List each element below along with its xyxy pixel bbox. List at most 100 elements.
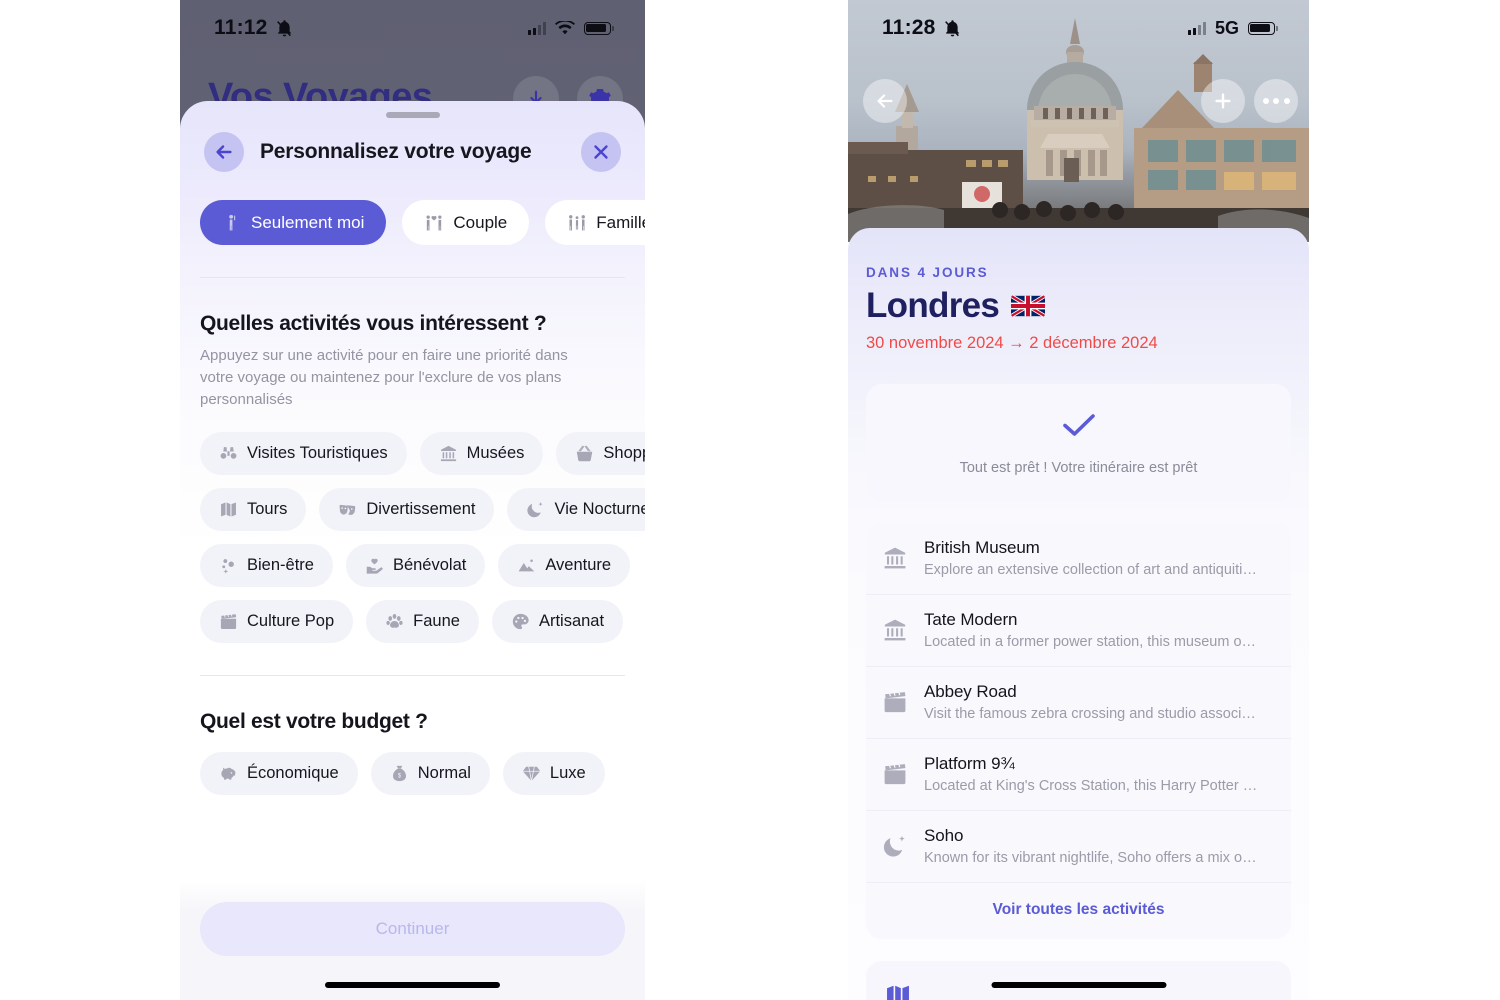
activity-chip-wellness[interactable]: Bien-être xyxy=(200,544,333,588)
network-label: 5G xyxy=(1214,17,1239,38)
clock-label: 11:28 xyxy=(882,16,936,39)
chip-label: Shopping xyxy=(603,444,645,463)
continue-button[interactable]: Continuer xyxy=(200,902,625,956)
activity-chip-crafts[interactable]: Artisanat xyxy=(491,600,624,644)
activity-name: Soho xyxy=(924,826,964,845)
museum-icon xyxy=(440,446,456,462)
close-button[interactable] xyxy=(581,132,621,172)
chip-label: Artisanat xyxy=(538,612,605,631)
paw-icon xyxy=(386,614,403,629)
clapperboard-icon xyxy=(884,691,906,713)
activity-text: Tate Modern Located in a former power st… xyxy=(924,610,1273,650)
mountain-icon xyxy=(518,559,535,572)
page-title: Londres xyxy=(866,286,1000,325)
battery-icon xyxy=(1248,21,1278,35)
activity-name: Platform 9¾ xyxy=(924,754,1015,773)
activity-name: British Museum xyxy=(924,538,1040,557)
cellular-bars-icon xyxy=(1187,21,1206,35)
hand-heart-icon xyxy=(366,559,383,574)
trip-detail-body: DANS 4 JOURS Londres 30 novembre 2024 → … xyxy=(848,228,1309,1000)
check-icon xyxy=(1062,414,1095,436)
sparkles-icon xyxy=(222,559,234,574)
activity-chip-nightlife[interactable]: Vie Nocturne xyxy=(507,488,645,532)
moon-icon xyxy=(883,835,905,857)
chip-label: Normal xyxy=(417,764,471,783)
activity-text: Abbey Road Visit the famous zebra crossi… xyxy=(924,682,1273,722)
masks-icon xyxy=(339,505,356,516)
bell-slash-icon xyxy=(944,19,959,36)
left-phone-screen: Vos Voyages 11:12 Personnalisez votre vo… xyxy=(180,0,645,1000)
map-icon xyxy=(221,502,236,517)
map-card[interactable] xyxy=(866,961,1291,1000)
wifi-icon xyxy=(555,20,575,34)
countdown-eyebrow: DANS 4 JOURS xyxy=(866,265,989,280)
chip-label: Luxe xyxy=(549,764,586,783)
activity-chip-museums[interactable]: Musées xyxy=(419,432,544,476)
budget-chip-list: Économique $ Normal Luxe xyxy=(180,734,645,796)
traveler-option-family[interactable]: Famille xyxy=(545,200,645,245)
traveler-type-selector: Seulement moi Couple Famille xyxy=(180,172,645,245)
more-horizontal-icon xyxy=(1262,98,1290,104)
activity-chip-sightseeing[interactable]: Visites Touristiques xyxy=(200,432,407,476)
hero-back-button[interactable] xyxy=(863,79,907,123)
chip-label: Vie Nocturne xyxy=(554,500,645,519)
see-all-activities-link[interactable]: Voir toutes les activités xyxy=(866,883,1291,939)
traveler-option-solo[interactable]: Seulement moi xyxy=(200,200,387,245)
trip-dates: 30 novembre 2024 → 2 décembre 2024 xyxy=(866,334,1158,352)
chip-label: Aventure xyxy=(545,556,612,575)
clock-label: 11:12 xyxy=(214,16,268,39)
museum-icon xyxy=(884,619,906,641)
chip-label: Bénévolat xyxy=(392,556,467,575)
traveler-option-couple[interactable]: Couple xyxy=(402,200,530,245)
sheet-header: Personnalisez votre voyage xyxy=(180,118,645,172)
activities-card: British Museum Explore an extensive coll… xyxy=(866,523,1291,939)
basket-icon xyxy=(577,445,593,462)
clapperboard-icon xyxy=(220,613,237,630)
hero-more-button[interactable] xyxy=(1254,79,1298,123)
activity-text: British Museum Explore an extensive coll… xyxy=(924,538,1273,578)
activity-name: Tate Modern xyxy=(924,610,1018,629)
activity-row-soho[interactable]: Soho Known for its vibrant nightlife, So… xyxy=(866,811,1291,883)
activity-chip-tours[interactable]: Tours xyxy=(200,488,307,532)
activity-description: Known for its vibrant nightlife, Soho of… xyxy=(924,850,1257,866)
couple-icon xyxy=(426,215,442,230)
chip-label: Culture Pop xyxy=(247,612,335,631)
city-row: Londres xyxy=(848,280,1309,326)
activity-chip-volunteering[interactable]: Bénévolat xyxy=(345,544,486,588)
activity-chip-shopping[interactable]: Shopping xyxy=(556,432,645,476)
bell-slash-icon xyxy=(276,19,291,36)
activity-row-platform-934[interactable]: Platform 9¾ Located at King's Cross Stat… xyxy=(866,739,1291,811)
activity-chip-wildlife[interactable]: Faune xyxy=(366,600,479,644)
hero-add-button[interactable] xyxy=(1201,79,1245,123)
itinerary-ready-text: Tout est prêt ! Votre itinéraire est prê… xyxy=(959,460,1198,476)
budget-heading: Quel est votre budget ? xyxy=(200,710,428,734)
budget-chip-normal[interactable]: $ Normal xyxy=(370,752,490,796)
activity-chip-adventure[interactable]: Aventure xyxy=(498,544,631,588)
clapperboard-icon xyxy=(884,763,906,785)
back-button[interactable] xyxy=(204,132,244,172)
activity-description: Explore an extensive collection of art a… xyxy=(924,562,1257,578)
money-bag-icon: $ xyxy=(392,766,406,782)
activity-chip-popculture[interactable]: Culture Pop xyxy=(200,600,354,644)
activity-chip-entertainment[interactable]: Divertissement xyxy=(319,488,495,532)
budget-chip-economy[interactable]: Économique xyxy=(200,752,358,796)
chip-label: Économique xyxy=(247,764,339,783)
activity-row-tate-modern[interactable]: Tate Modern Located in a former power st… xyxy=(866,595,1291,667)
chip-label: Visites Touristiques xyxy=(247,444,388,463)
right-phone-screen: 11:28 5G DANS 4 JOURS Londres 30 novembr… xyxy=(848,0,1309,1000)
uk-flag-icon xyxy=(1011,295,1046,317)
palette-icon xyxy=(512,614,529,630)
binoculars-icon xyxy=(220,447,237,459)
chip-label: Faune xyxy=(413,612,460,631)
arrow-left-icon xyxy=(216,145,232,159)
budget-chip-luxury[interactable]: Luxe xyxy=(502,752,605,796)
itinerary-ready-card: Tout est prêt ! Votre itinéraire est prê… xyxy=(866,384,1291,502)
diamond-icon xyxy=(522,766,541,782)
sheet-footer: Continuer xyxy=(180,880,645,1000)
sheet-title: Personnalisez votre voyage xyxy=(260,140,532,163)
activity-row-british-museum[interactable]: British Museum Explore an extensive coll… xyxy=(866,523,1291,595)
piggy-bank-icon xyxy=(221,767,236,780)
activity-description: Visit the famous zebra crossing and stud… xyxy=(924,706,1256,722)
status-bar-left: 11:12 xyxy=(214,16,294,40)
activity-row-abbey-road[interactable]: Abbey Road Visit the famous zebra crossi… xyxy=(866,667,1291,739)
